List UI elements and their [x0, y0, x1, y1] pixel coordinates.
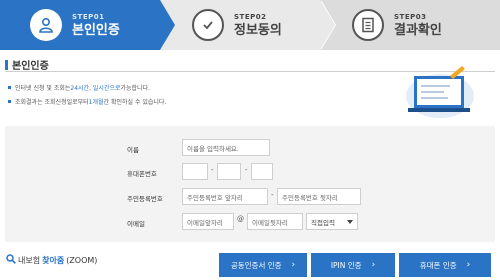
zoom-text-pre: 내보험: [18, 255, 41, 265]
notice-list: 인터넷 신청 및 조회는 24시간, 일시간으로 가능합니다. 조회결과는 조회…: [8, 80, 166, 108]
ipin-auth-label: IPIN 인증: [330, 260, 362, 270]
notice-item: 인터넷 신청 및 조회는 24시간, 일시간으로 가능합니다.: [8, 80, 166, 94]
person-icon: [30, 9, 62, 41]
step-progress-bar: STEP01 본인인증 STEP02 정보동의 STEP03 결과확인: [0, 0, 500, 50]
step-arrow: [160, 0, 175, 50]
step-3-number: STEP03: [394, 12, 427, 21]
phone-auth-label: 휴대폰 인증: [419, 260, 457, 270]
certificate-auth-button[interactable]: 공동인증서 인증 ›: [219, 253, 307, 277]
rrn-front-placeholder: 주민등록번호 앞자리: [187, 193, 243, 202]
notice-text-pre: 인터넷 신청 및 조회는: [15, 84, 71, 92]
name-input[interactable]: 이름을 입력하세요.: [182, 139, 270, 156]
rrn-back-placeholder: 주민등록번호 뒷자리: [282, 193, 338, 202]
notice-text-post: 가능합니다.: [120, 84, 151, 92]
zoom-service-link[interactable]: 내보험 찾아줌 (ZOOM): [6, 254, 97, 266]
notice-item: 조회결과는 조회신청일로부터 1개월 간 확인하실 수 있습니다.: [8, 94, 166, 108]
phone-input-2[interactable]: [217, 163, 241, 180]
identity-form: 이름 이름을 입력하세요. 휴대폰번호 - - 주민등록번호 주민등록번호 앞자…: [5, 126, 495, 242]
computer-illustration-icon: [402, 66, 478, 120]
chevron-right-icon: ›: [291, 260, 296, 270]
email-select-value: 직접입력: [311, 218, 335, 227]
zoom-text-post: (ZOOM): [66, 255, 98, 265]
zoom-text-highlight: 찾아줌: [42, 255, 65, 265]
chevron-right-icon: ›: [371, 260, 376, 270]
email-domain-input[interactable]: 이메일뒷자리: [247, 213, 303, 230]
name-placeholder: 이름을 입력하세요.: [187, 144, 239, 153]
phone-auth-button[interactable]: 휴대폰 인증 ›: [399, 253, 491, 277]
email-domain-placeholder: 이메일뒷자리: [252, 218, 288, 227]
step-2-number: STEP02: [234, 12, 267, 21]
phone-separator: -: [245, 166, 248, 174]
document-icon: [352, 9, 384, 41]
step-arrow: [320, 0, 335, 50]
phone-input-1[interactable]: [182, 163, 208, 180]
bullet-icon: [8, 99, 11, 103]
check-icon: [192, 9, 224, 41]
rrn-separator: -: [271, 191, 274, 199]
step-3: STEP03 결과확인: [320, 0, 500, 50]
certificate-auth-label: 공동인증서 인증: [230, 260, 282, 270]
section-title-text: 본인인증: [12, 61, 49, 72]
notice-text-pre: 조회결과는 조회신청일로부터: [15, 98, 89, 106]
email-at-sign: @: [237, 215, 244, 223]
step-2: STEP02 정보동의: [160, 0, 340, 50]
chevron-right-icon: ›: [466, 260, 471, 270]
email-id-placeholder: 이메일앞자리: [187, 218, 223, 227]
chevron-down-icon: [347, 218, 353, 226]
email-label: 이메일: [127, 220, 145, 228]
title-bar-marker: [5, 59, 8, 70]
step-2-title: 정보동의: [234, 22, 282, 38]
email-id-input[interactable]: 이메일앞자리: [182, 213, 234, 230]
bullet-icon: [8, 85, 11, 89]
phone-label: 휴대폰번호: [127, 170, 157, 178]
step-3-title: 결과확인: [394, 22, 442, 38]
rrn-front-input[interactable]: 주민등록번호 앞자리: [182, 188, 268, 205]
step-1-title: 본인인증: [72, 22, 120, 38]
phone-input-3[interactable]: [251, 163, 273, 180]
notice-text-post: 간 확인하실 수 있습니다.: [103, 98, 167, 106]
notice-text-highlight: 24시간, 일시간으로: [70, 84, 121, 92]
phone-separator: -: [211, 166, 214, 174]
section-title: 본인인증: [5, 57, 49, 72]
rrn-label: 주민등록번호: [127, 195, 163, 203]
search-icon: [6, 254, 16, 266]
rrn-back-input[interactable]: 주민등록번호 뒷자리: [277, 188, 361, 205]
step-1-number: STEP01: [72, 12, 105, 21]
ipin-auth-button[interactable]: IPIN 인증 ›: [311, 253, 395, 277]
notice-text-highlight: 1개월: [88, 98, 104, 106]
step-1: STEP01 본인인증: [0, 0, 175, 50]
email-domain-select[interactable]: 직접입력: [306, 213, 358, 230]
name-label: 이름: [127, 146, 139, 154]
